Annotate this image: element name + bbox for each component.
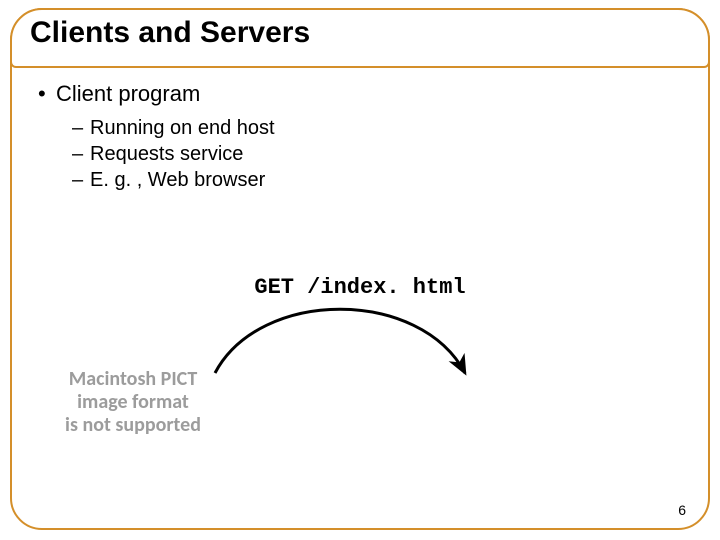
bullet-level2: –E. g. , Web browser <box>72 167 682 193</box>
http-request-text: GET /index. html <box>0 275 720 300</box>
bullet-level2: –Requests service <box>72 141 682 167</box>
dash-icon: – <box>72 167 90 193</box>
bullet-dot-icon: • <box>38 80 56 109</box>
pict-line3: is not supported <box>38 414 228 437</box>
slide: Clients and Servers •Client program –Run… <box>0 0 720 540</box>
dash-icon: – <box>72 115 90 141</box>
dash-icon: – <box>72 141 90 167</box>
bullet-level2: –Running on end host <box>72 115 682 141</box>
pict-line2: image format <box>38 391 228 414</box>
sub2-text: Requests service <box>90 143 243 165</box>
page-number: 6 <box>678 502 686 518</box>
content-area: •Client program –Running on end host –Re… <box>38 80 682 193</box>
arrow-arc-icon <box>200 298 480 388</box>
sub1-text: Running on end host <box>90 117 275 139</box>
slide-title: Clients and Servers <box>30 16 310 50</box>
bullet1-text: Client program <box>56 81 200 106</box>
pict-unsupported-message: Macintosh PICT image format is not suppo… <box>38 368 228 437</box>
pict-line1: Macintosh PICT <box>38 368 228 391</box>
bullet-level1: •Client program <box>38 80 682 109</box>
sub3-text: E. g. , Web browser <box>90 169 265 191</box>
